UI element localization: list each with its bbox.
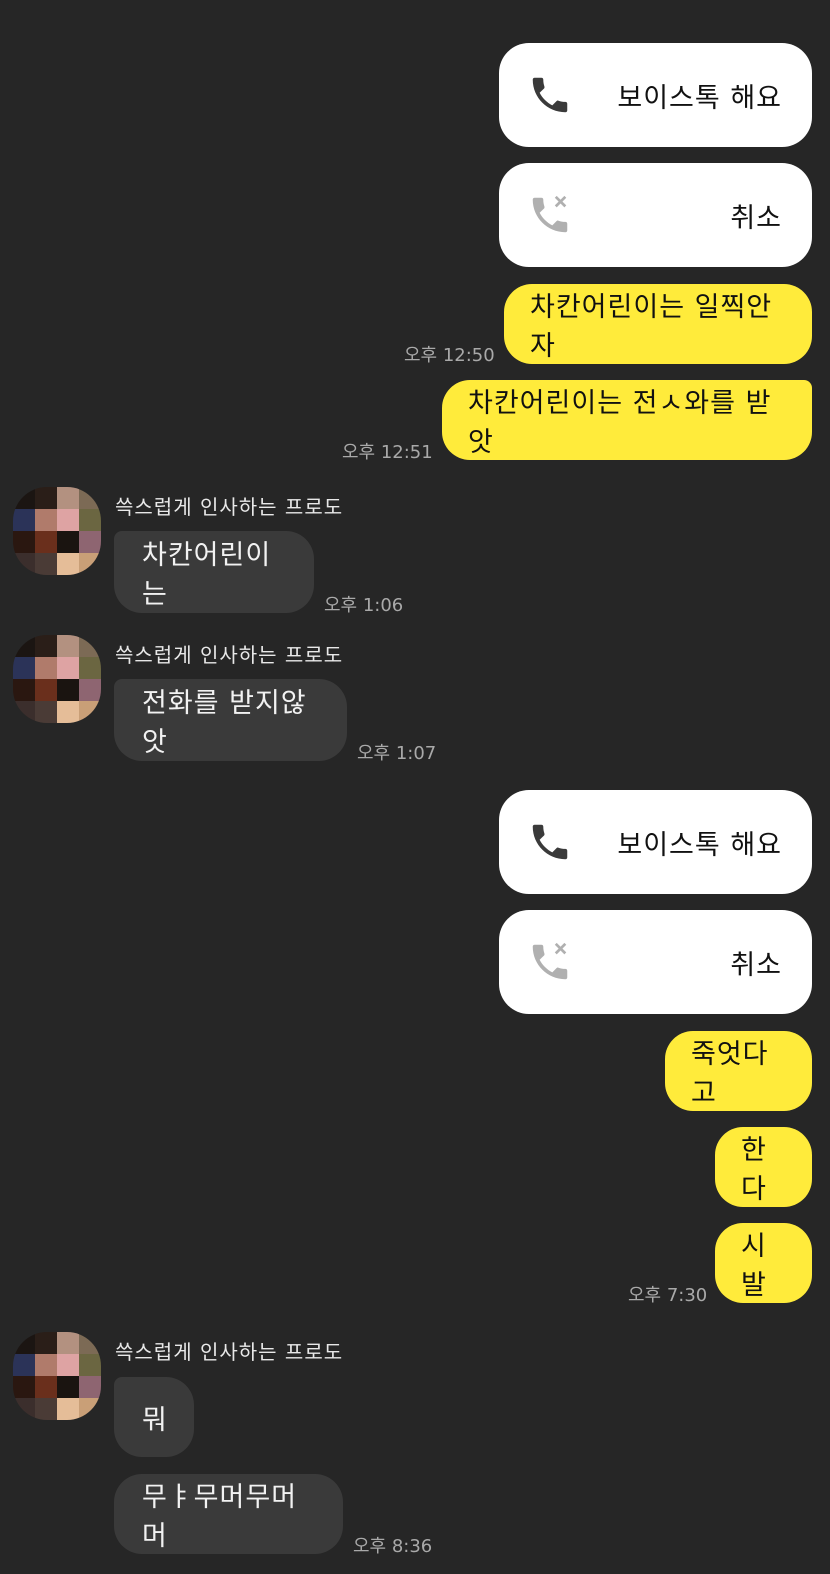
their-message-bubble[interactable]: 무ㅑ무머무머머: [114, 1474, 343, 1554]
avatar-pixel: [79, 657, 101, 679]
avatar-pixel: [57, 1332, 79, 1354]
call-label: 취소: [730, 202, 782, 234]
avatar-pixel: [57, 531, 79, 553]
avatar-pixel: [35, 679, 57, 701]
avatar-pixel: [35, 531, 57, 553]
message-time: 오후 12:51: [342, 442, 433, 463]
avatar-pixel: [57, 657, 79, 679]
avatar-pixel: [79, 487, 101, 509]
avatar-pixel: [79, 701, 101, 723]
avatar-pixel: [13, 1332, 35, 1354]
avatar-pixel: [35, 635, 57, 657]
avatar-pixel: [57, 553, 79, 575]
my-message-bubble[interactable]: 차칸어린이는 전ㅅ와를 받앗: [442, 380, 812, 460]
avatar[interactable]: [13, 487, 101, 575]
avatar-pixel: [35, 1332, 57, 1354]
my-message-bubble[interactable]: 시발: [715, 1223, 812, 1303]
avatar-pixel: [57, 635, 79, 657]
avatar-pixel: [35, 657, 57, 679]
avatar-pixel: [13, 553, 35, 575]
their-message-bubble[interactable]: 차칸어린이는: [114, 531, 314, 613]
their-message-bubble[interactable]: 뭐: [114, 1377, 194, 1457]
avatar-pixel: [57, 701, 79, 723]
avatar-pixel: [57, 1376, 79, 1398]
phone-icon: [527, 72, 573, 118]
avatar-pixel: [57, 679, 79, 701]
avatar-pixel: [57, 509, 79, 531]
avatar-pixel: [79, 531, 101, 553]
message-time: 오후 7:30: [628, 1285, 708, 1306]
message-text: 시발: [741, 1231, 767, 1301]
phone-icon: [527, 819, 573, 865]
message-text: 뭐: [142, 1404, 168, 1436]
my-message-bubble[interactable]: 한다: [715, 1127, 812, 1207]
avatar-pixel: [13, 701, 35, 723]
their-message-bubble[interactable]: 전화를 받지않앗: [114, 679, 347, 761]
avatar-pixel: [79, 1354, 101, 1376]
sender-name: 쓱스럽게 인사하는 프로도: [115, 643, 344, 667]
avatar-pixel: [13, 679, 35, 701]
call-label: 취소: [730, 949, 782, 981]
avatar-pixel: [57, 1354, 79, 1376]
message-time: 오후 12:50: [404, 345, 495, 366]
avatar-pixel: [13, 1376, 35, 1398]
message-text: 한다: [741, 1135, 767, 1205]
message-time: 오후 1:07: [357, 743, 437, 764]
avatar-pixel: [35, 553, 57, 575]
avatar[interactable]: [13, 1332, 101, 1420]
message-text: 차칸어린이는: [142, 540, 272, 610]
my-message-bubble[interactable]: 차칸어린이는 일찍안자: [504, 284, 812, 364]
avatar-pixel: [79, 1332, 101, 1354]
message-text: 무ㅑ무머무머머: [142, 1482, 298, 1552]
avatar-pixel: [35, 487, 57, 509]
message-time: 오후 1:06: [324, 595, 404, 616]
avatar-pixel: [79, 509, 101, 531]
avatar-pixel: [57, 487, 79, 509]
avatar-pixel: [13, 635, 35, 657]
avatar-pixel: [35, 1398, 57, 1420]
voice-call-card[interactable]: 보이스톡 해요: [499, 43, 812, 147]
avatar-pixel: [79, 1398, 101, 1420]
avatar-pixel: [79, 1376, 101, 1398]
message-text: 죽엇다고: [691, 1039, 769, 1109]
avatar-pixel: [79, 553, 101, 575]
avatar-pixel: [13, 531, 35, 553]
message-text: 차칸어린이는 일찍안자: [530, 292, 773, 362]
avatar-pixel: [79, 635, 101, 657]
avatar-pixel: [35, 1354, 57, 1376]
phone-cancelled-icon: [527, 939, 573, 985]
avatar-pixel: [35, 509, 57, 531]
avatar-pixel: [13, 1354, 35, 1376]
avatar-pixel: [13, 509, 35, 531]
avatar[interactable]: [13, 635, 101, 723]
avatar-pixel: [57, 1398, 79, 1420]
message-time: 오후 8:36: [353, 1536, 433, 1557]
call-label: 보이스톡 해요: [617, 829, 782, 861]
sender-name: 쓱스럽게 인사하는 프로도: [115, 1340, 344, 1364]
avatar-pixel: [35, 1376, 57, 1398]
message-text: 차칸어린이는 전ㅅ와를 받앗: [468, 388, 772, 458]
avatar-pixel: [13, 1398, 35, 1420]
avatar-pixel: [79, 679, 101, 701]
voice-call-card[interactable]: 보이스톡 해요: [499, 790, 812, 894]
avatar-pixel: [13, 657, 35, 679]
phone-cancelled-icon: [527, 192, 573, 238]
cancelled-call-card[interactable]: 취소: [499, 163, 812, 267]
avatar-pixel: [13, 487, 35, 509]
sender-name: 쓱스럽게 인사하는 프로도: [115, 495, 344, 519]
my-message-bubble[interactable]: 죽엇다고: [665, 1031, 812, 1111]
message-text: 전화를 받지않앗: [142, 688, 307, 758]
avatar-pixel: [35, 701, 57, 723]
cancelled-call-card[interactable]: 취소: [499, 910, 812, 1014]
call-label: 보이스톡 해요: [617, 82, 782, 114]
